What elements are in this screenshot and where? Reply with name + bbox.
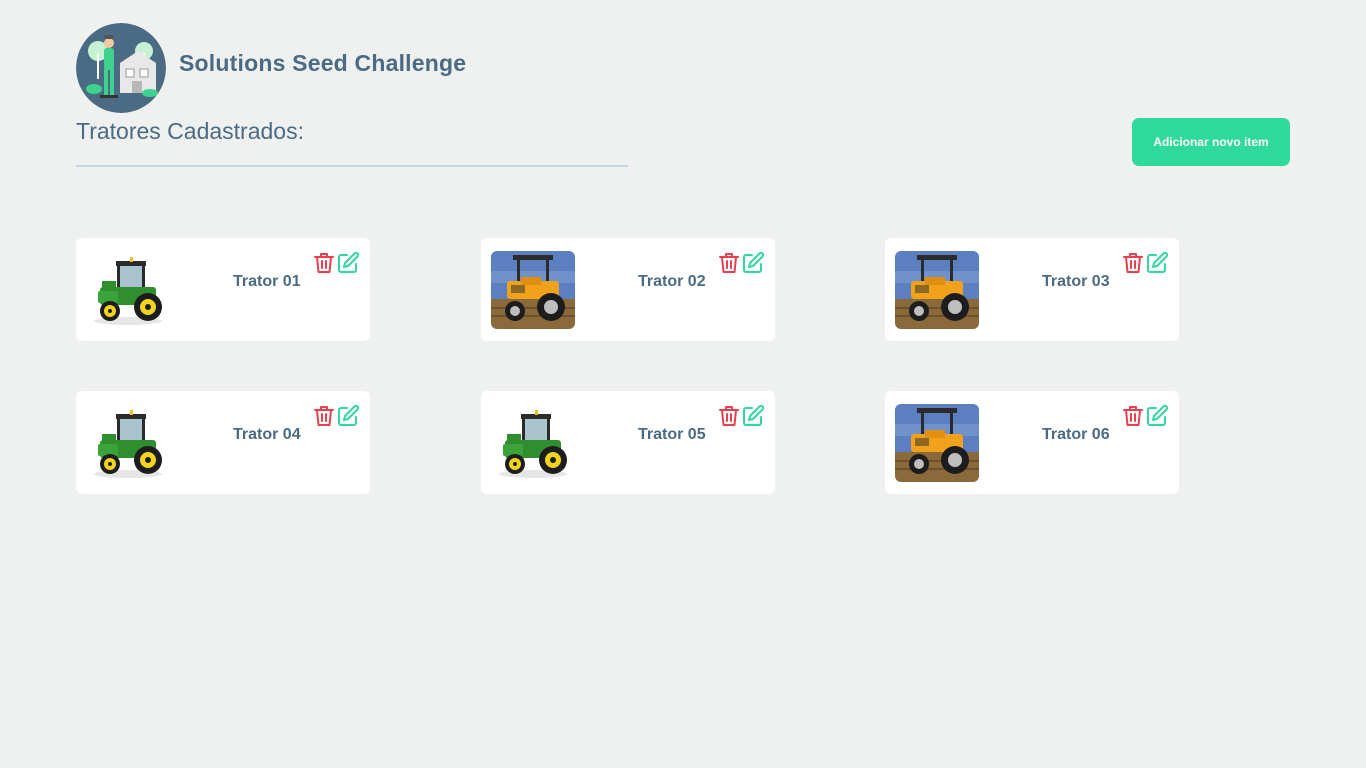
- edit-icon[interactable]: [741, 404, 765, 428]
- tractor-image: [86, 251, 170, 329]
- tractor-name: Trator 03: [1042, 273, 1110, 290]
- page: Solutions Seed Challenge Tratores Cadast…: [0, 0, 1366, 768]
- trash-icon[interactable]: [313, 251, 335, 275]
- tractor-image: [895, 404, 979, 482]
- app-title: Solutions Seed Challenge: [179, 50, 467, 76]
- title-divider: [76, 165, 628, 167]
- trash-icon[interactable]: [718, 251, 740, 275]
- tractor-card: Trator 06: [885, 391, 1179, 494]
- edit-icon[interactable]: [336, 251, 360, 275]
- tractor-image: [491, 404, 575, 482]
- trash-icon[interactable]: [1122, 251, 1144, 275]
- tractor-name: Trator 06: [1042, 426, 1110, 443]
- tractor-card: Trator 04: [76, 391, 370, 494]
- tractor-image: [86, 404, 170, 482]
- trash-icon[interactable]: [1122, 404, 1144, 428]
- page-title: Tratores Cadastrados:: [76, 118, 304, 144]
- add-item-button[interactable]: Adicionar novo item: [1132, 118, 1290, 166]
- edit-icon[interactable]: [336, 404, 360, 428]
- tractor-card: Trator 05: [481, 391, 775, 494]
- trash-icon[interactable]: [718, 404, 740, 428]
- tractor-card: Trator 01: [76, 238, 370, 341]
- farmer-avatar-icon: [76, 23, 166, 113]
- tractor-name: Trator 04: [233, 426, 301, 443]
- tractor-name: Trator 01: [233, 273, 301, 290]
- edit-icon[interactable]: [1145, 251, 1169, 275]
- tractor-name: Trator 02: [638, 273, 706, 290]
- tractor-card: Trator 03: [885, 238, 1179, 341]
- tractor-image: [491, 251, 575, 329]
- edit-icon[interactable]: [741, 251, 765, 275]
- trash-icon[interactable]: [313, 404, 335, 428]
- tractor-card: Trator 02: [481, 238, 775, 341]
- tractor-name: Trator 05: [638, 426, 706, 443]
- tractor-image: [895, 251, 979, 329]
- edit-icon[interactable]: [1145, 404, 1169, 428]
